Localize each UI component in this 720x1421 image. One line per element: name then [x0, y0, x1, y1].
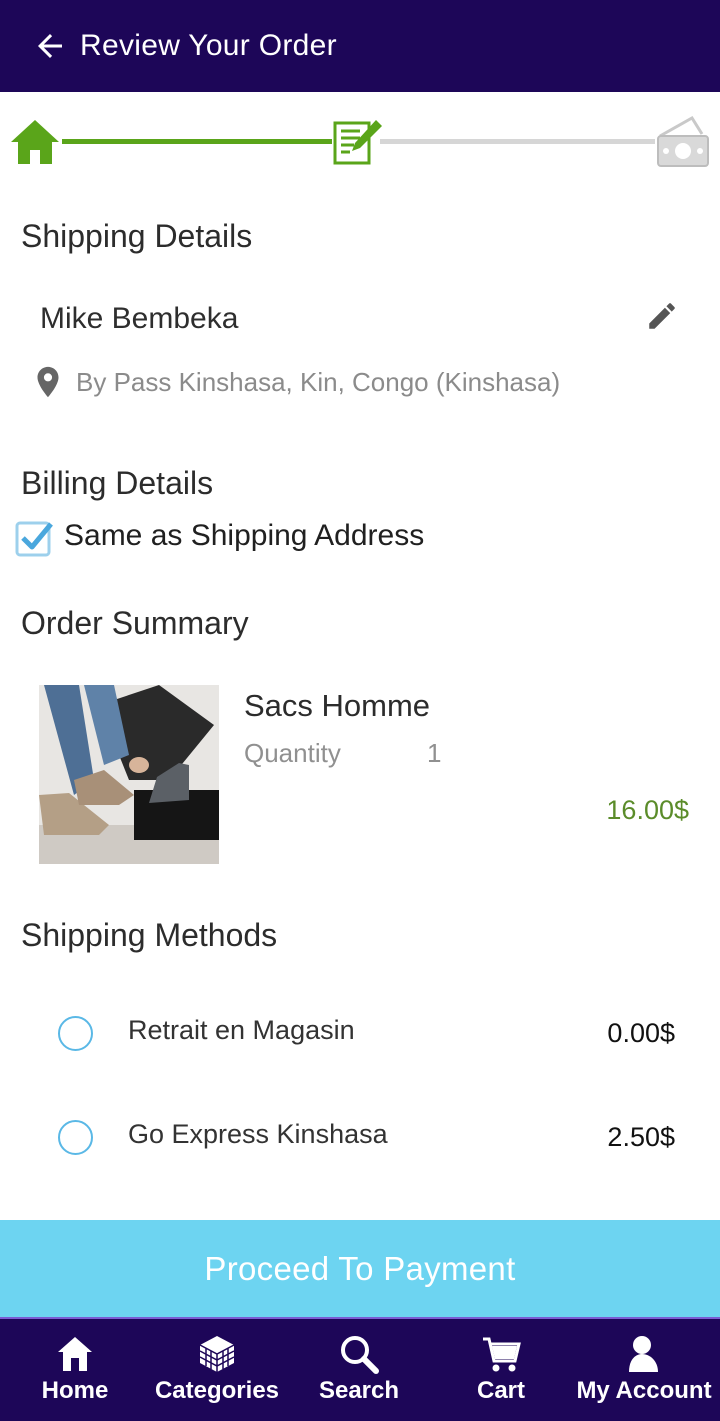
- quantity-value: 1: [427, 738, 442, 768]
- step-progress-pending: [380, 139, 655, 144]
- nav-search-label: Search: [318, 1377, 400, 1404]
- arrow-left-icon: [38, 34, 62, 58]
- shipping-address-text: By Pass Kinshasa, Kin, Congo (Kinshasa): [76, 366, 561, 397]
- app-bar: Review Your Order: [0, 0, 720, 92]
- same-as-shipping-checkbox[interactable]: [15, 518, 55, 558]
- nav-my-account-label: My Account: [576, 1377, 712, 1404]
- nav-cart-label: Cart: [476, 1377, 525, 1404]
- quantity-label: Quantity: [244, 738, 341, 768]
- order-summary-title: Order Summary: [21, 605, 249, 641]
- cube-icon: [195, 1333, 239, 1375]
- location-pin-icon: [37, 366, 59, 398]
- shipping-method-price: 0.00$: [607, 1018, 675, 1048]
- shipping-method-option[interactable]: Retrait en Magasin 0.00$: [0, 1003, 720, 1063]
- shipping-methods-title: Shipping Methods: [21, 917, 278, 953]
- nav-cart[interactable]: Cart: [456, 1319, 546, 1421]
- nav-home[interactable]: Home: [20, 1319, 130, 1421]
- home-icon: [53, 1333, 97, 1375]
- step-progress-done: [62, 139, 332, 144]
- page-title: Review Your Order: [80, 29, 337, 62]
- home-icon: [11, 120, 59, 164]
- shipping-method-price: 2.50$: [607, 1122, 675, 1152]
- cart-icon: [479, 1333, 523, 1375]
- product-name: Sacs Homme: [244, 688, 431, 723]
- search-icon: [337, 1333, 381, 1375]
- product-image: [39, 685, 219, 864]
- proceed-to-payment-button[interactable]: Proceed To Payment: [0, 1220, 720, 1317]
- radio-button[interactable]: [58, 1120, 93, 1155]
- bottom-navigation: Home Categories Search Cart My Account: [0, 1317, 720, 1421]
- nav-home-label: Home: [41, 1377, 109, 1404]
- shipping-address: By Pass Kinshasa, Kin, Congo (Kinshasa): [34, 362, 560, 402]
- shipping-method-name: Go Express Kinshasa: [128, 1119, 388, 1149]
- edit-shipping-button[interactable]: [645, 299, 679, 333]
- shipping-method-option[interactable]: Go Express Kinshasa 2.50$: [0, 1107, 720, 1167]
- shipping-details-title: Shipping Details: [21, 218, 253, 254]
- edit-document-icon: [333, 120, 382, 165]
- nav-search[interactable]: Search: [309, 1319, 409, 1421]
- money-icon: [657, 115, 709, 167]
- shipping-method-name: Retrait en Magasin: [128, 1015, 355, 1045]
- back-button[interactable]: [20, 16, 80, 76]
- nav-categories-label: Categories: [154, 1377, 280, 1404]
- user-icon: [622, 1333, 666, 1375]
- product-price: 16.00$: [606, 795, 689, 825]
- checkbox-checked-icon: [15, 521, 53, 557]
- radio-button[interactable]: [58, 1016, 93, 1051]
- pencil-icon: [649, 303, 675, 329]
- billing-details-title: Billing Details: [21, 465, 214, 501]
- nav-my-account[interactable]: My Account: [576, 1319, 712, 1421]
- shipping-name: Mike Bembeka: [40, 302, 239, 335]
- same-as-shipping-label: Same as Shipping Address: [64, 519, 425, 552]
- nav-categories[interactable]: Categories: [152, 1319, 282, 1421]
